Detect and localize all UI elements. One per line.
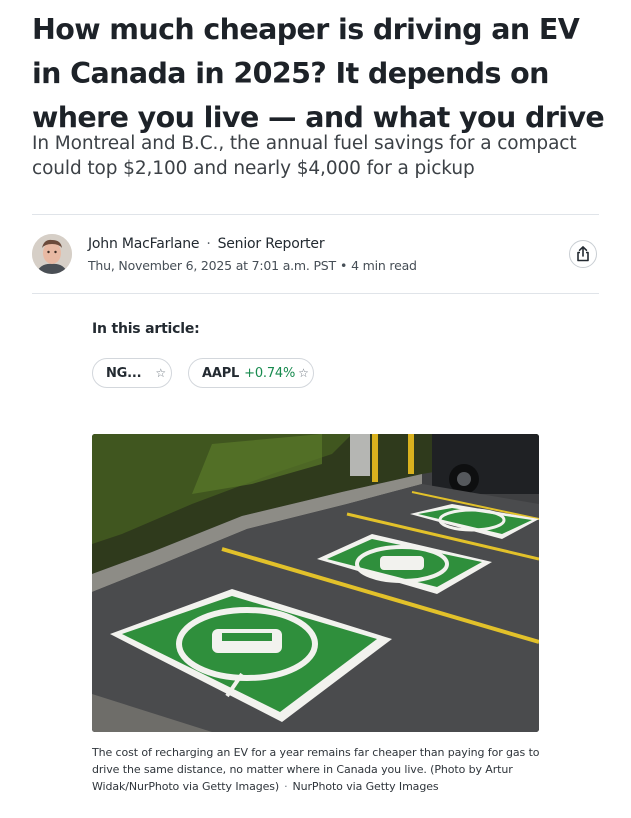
photo-caption: The cost of recharging an EV for a year … — [92, 744, 552, 795]
ticker-chip-ng[interactable]: NG... ☆ — [92, 358, 172, 388]
author-avatar[interactable] — [32, 234, 72, 274]
publish-date: Thu, November 6, 2025 at 7:01 a.m. PST — [88, 258, 336, 273]
article-photo[interactable] — [92, 434, 539, 732]
divider — [32, 214, 599, 215]
article-headline: How much cheaper is driving an EV in Can… — [32, 13, 605, 134]
in-this-article-label: In this article: — [92, 321, 200, 337]
read-time: 4 min read — [351, 258, 417, 273]
byline-separator: · — [206, 236, 211, 252]
article-meta: Thu, November 6, 2025 at 7:01 a.m. PST • 4… — [88, 258, 417, 273]
share-icon — [577, 246, 589, 262]
author-title: Senior Reporter — [217, 236, 325, 252]
ticker-change: +0.74% — [244, 365, 296, 381]
divider — [32, 293, 599, 294]
star-outline-icon[interactable]: ☆ — [155, 366, 166, 380]
share-button[interactable] — [569, 240, 597, 268]
star-outline-icon[interactable]: ☆ — [298, 366, 309, 380]
caption-separator: · — [284, 780, 288, 793]
author-name[interactable]: John MacFarlane — [88, 236, 200, 252]
ticker-chip-aapl[interactable]: AAPL +0.74% ☆ — [188, 358, 314, 388]
ticker-symbol: NG... — [106, 365, 142, 381]
meta-separator: • — [339, 258, 348, 273]
article-subheadline: In Montreal and B.C., the annual fuel sa… — [32, 133, 577, 179]
photo-credit: NurPhoto via Getty Images — [292, 780, 439, 793]
ticker-symbol: AAPL — [202, 365, 240, 381]
author-byline: John MacFarlane · Senior Reporter — [88, 236, 325, 252]
